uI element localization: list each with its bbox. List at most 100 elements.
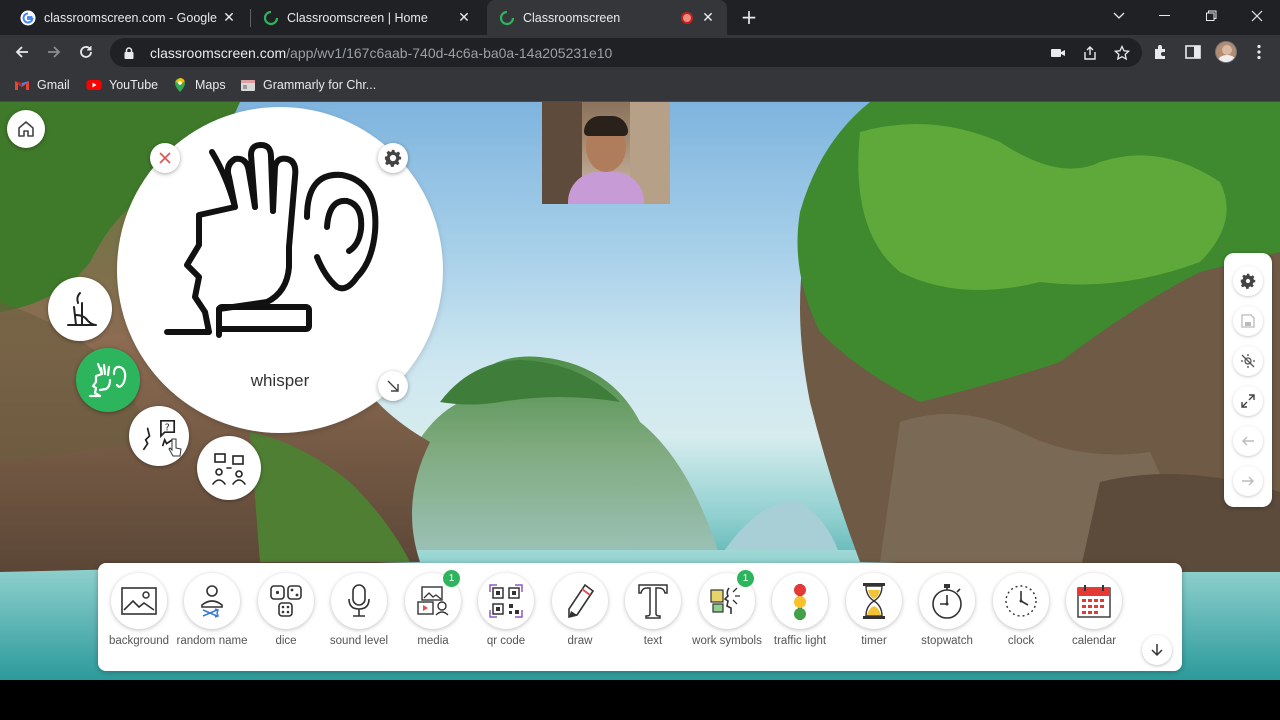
dock-item-background[interactable]: background [102, 573, 176, 653]
dock-item-stopwatch[interactable]: stopwatch [910, 573, 984, 653]
qr-code-icon [489, 584, 523, 618]
dock-item-work-symbols[interactable]: 1 work symbols [690, 570, 764, 653]
traffic-light-icon [794, 584, 806, 620]
bookmark-gmail[interactable]: Gmail [14, 76, 70, 94]
hide-icon [1241, 354, 1255, 368]
svg-text:?: ? [165, 422, 170, 433]
tab-classroomscreen-home[interactable]: Classroomscreen | Home ✕ [251, 0, 483, 35]
bookmark-grammarly[interactable]: Grammarly for Chr... [240, 76, 376, 94]
whisper-icon [88, 362, 127, 398]
extensions-icon[interactable] [1152, 43, 1170, 61]
stopwatch-icon [932, 584, 962, 619]
symbol-option-stand[interactable] [48, 277, 112, 341]
back-icon[interactable] [8, 38, 36, 66]
symbol-option-work-together[interactable] [197, 436, 261, 500]
home-button[interactable] [7, 110, 45, 148]
collapse-dock-button[interactable] [1142, 635, 1172, 665]
hide-button[interactable] [1233, 346, 1263, 376]
dock-item-traffic-light[interactable]: traffic light [763, 573, 837, 653]
symbol-option-whisper[interactable] [76, 348, 140, 412]
tab-strip: classroomscreen.com - Google S ✕ Classro… [0, 0, 1280, 35]
gear-icon [1240, 273, 1256, 289]
fullscreen-button[interactable] [1233, 386, 1263, 416]
bookmarks-bar: Gmail YouTube Maps Grammarly for Chr... [0, 69, 1280, 102]
close-icon[interactable]: ✕ [455, 9, 473, 26]
dock-item-dice[interactable]: dice [249, 573, 323, 653]
tab-classroomscreen[interactable]: Classroomscreen ✕ [487, 0, 727, 35]
bookmark-label: Grammarly for Chr... [263, 78, 377, 92]
dice-icon [270, 585, 302, 617]
tab-search-icon[interactable] [1096, 0, 1142, 32]
close-widget-button[interactable] [150, 143, 180, 173]
bookmark-maps[interactable]: Maps [172, 76, 226, 94]
dock-item-clock[interactable]: clock [984, 573, 1058, 653]
dock-item-timer[interactable]: timer [837, 573, 911, 653]
widget-settings-button[interactable] [378, 143, 408, 173]
fullscreen-icon [1241, 394, 1255, 408]
star-icon[interactable] [1114, 45, 1130, 61]
close-icon[interactable]: ✕ [220, 9, 238, 26]
bookmark-label: Gmail [37, 78, 70, 92]
camera-icon[interactable] [1050, 45, 1066, 61]
save-button[interactable] [1233, 306, 1263, 336]
share-icon[interactable] [1082, 45, 1098, 61]
maps-icon [175, 78, 185, 92]
reload-icon[interactable] [72, 38, 100, 66]
resize-arrow-icon [387, 380, 399, 392]
tab-title: classroomscreen.com - Google S [44, 10, 220, 25]
media-badge: 1 [443, 570, 460, 587]
person-shuffle-icon [201, 585, 223, 618]
lock-icon [124, 46, 134, 59]
work-symbols-badge: 1 [737, 570, 754, 587]
url-text: classroomscreen.com/app/wv1/167c6aab-740… [150, 45, 612, 61]
gmail-icon [15, 81, 29, 90]
arrow-down-icon [1151, 644, 1163, 657]
resize-handle[interactable] [378, 371, 408, 401]
dock-item-sound-level[interactable]: sound level [322, 573, 396, 653]
classroomscreen-canvas[interactable]: whisper ? background random name dice so… [0, 102, 1280, 680]
image-icon [121, 587, 157, 615]
widget-dock: background random name dice sound level … [98, 563, 1182, 671]
dock-item-draw[interactable]: draw [543, 573, 617, 653]
bookmark-label: Maps [195, 78, 226, 92]
text-icon [638, 584, 668, 619]
settings-button[interactable] [1233, 266, 1263, 296]
new-tab-button[interactable]: + [738, 6, 760, 28]
redo-icon [1242, 476, 1254, 486]
restore-icon[interactable] [1188, 0, 1234, 32]
url-host: classroomscreen.com [150, 44, 287, 61]
letterbox-bottom [0, 680, 1280, 720]
work-symbols-icon [710, 587, 740, 614]
work-together-icon [212, 453, 246, 485]
hourglass-icon [863, 583, 885, 619]
dock-item-random-name[interactable]: random name [175, 573, 249, 653]
clock-icon [1005, 585, 1037, 617]
undo-button[interactable] [1233, 426, 1263, 456]
dock-item-media[interactable]: 1 media [396, 570, 470, 653]
tab-google-search[interactable]: classroomscreen.com - Google S ✕ [8, 0, 248, 35]
pencil-icon [568, 583, 595, 619]
forward-icon[interactable] [40, 38, 68, 66]
microphone-icon [348, 584, 370, 617]
grammarly-icon [241, 80, 255, 91]
youtube-icon [86, 80, 102, 90]
bookmark-youtube[interactable]: YouTube [86, 76, 158, 94]
undo-icon [1242, 436, 1254, 446]
dock-item-calendar[interactable]: calendar [1057, 573, 1131, 653]
address-bar[interactable]: classroomscreen.com/app/wv1/167c6aab-740… [110, 38, 1142, 67]
dock-item-text[interactable]: text [616, 573, 690, 653]
classroomscreen-icon [263, 10, 279, 25]
avatar[interactable] [1215, 41, 1237, 63]
recording-icon [681, 11, 693, 24]
close-window-icon[interactable] [1234, 0, 1280, 32]
close-icon[interactable]: ✕ [699, 9, 717, 26]
dock-label: calendar [1071, 635, 1117, 647]
dock-item-qr-code[interactable]: qr code [469, 573, 543, 653]
side-panel-icon[interactable] [1184, 43, 1202, 61]
right-control-panel [1224, 253, 1272, 507]
tab-title: Classroomscreen | Home [287, 10, 428, 25]
redo-button[interactable] [1233, 466, 1263, 496]
minimize-icon[interactable] [1142, 0, 1188, 32]
mouse-cursor-icon [168, 438, 182, 458]
menu-icon[interactable] [1250, 43, 1268, 61]
